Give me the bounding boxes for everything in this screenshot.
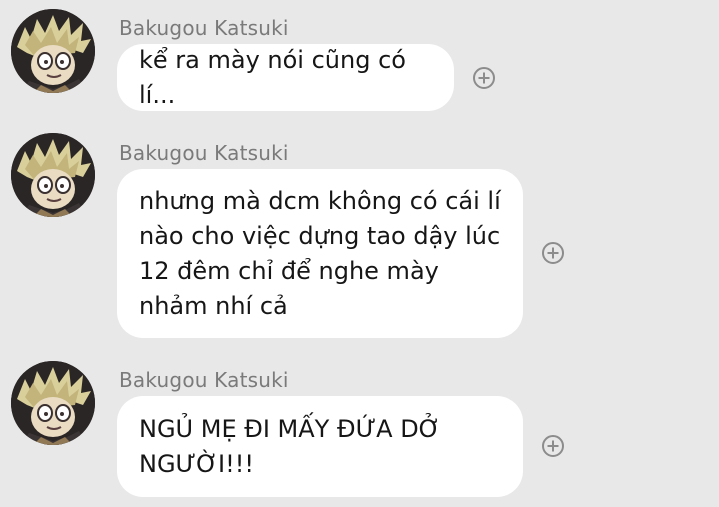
sender-name: Bakugou Katsuki — [119, 141, 289, 165]
avatar[interactable] — [11, 9, 95, 93]
add-reaction-icon[interactable] — [542, 435, 564, 457]
message-text: kể ra mày nói cũng có lí... — [139, 45, 406, 109]
message-1: Bakugou Katsuki kể ra mày nói cũng có lí… — [0, 0, 719, 120]
message-text: nhưng mà dcm không có cái lí nào cho việ… — [139, 186, 501, 320]
avatar[interactable] — [11, 133, 95, 217]
message-bubble[interactable]: NGỦ MẸ ĐI MẤY ĐỨA DỞ NGƯỜI!!! — [117, 396, 523, 497]
message-bubble[interactable]: nhưng mà dcm không có cái lí nào cho việ… — [117, 169, 523, 338]
sender-name: Bakugou Katsuki — [119, 16, 289, 40]
message-3: Bakugou Katsuki NGỦ MẸ ĐI MẤY ĐỨA DỞ NGƯ… — [0, 352, 719, 507]
add-reaction-icon[interactable] — [473, 67, 495, 89]
message-2: Bakugou Katsuki nhưng mà dcm không có cá… — [0, 126, 719, 346]
message-text: NGỦ MẸ ĐI MẤY ĐỨA DỞ NGƯỜI!!! — [139, 414, 441, 478]
avatar[interactable] — [11, 361, 95, 445]
add-reaction-icon[interactable] — [542, 242, 564, 264]
message-bubble[interactable]: kể ra mày nói cũng có lí... — [117, 44, 454, 111]
sender-name: Bakugou Katsuki — [119, 368, 289, 392]
